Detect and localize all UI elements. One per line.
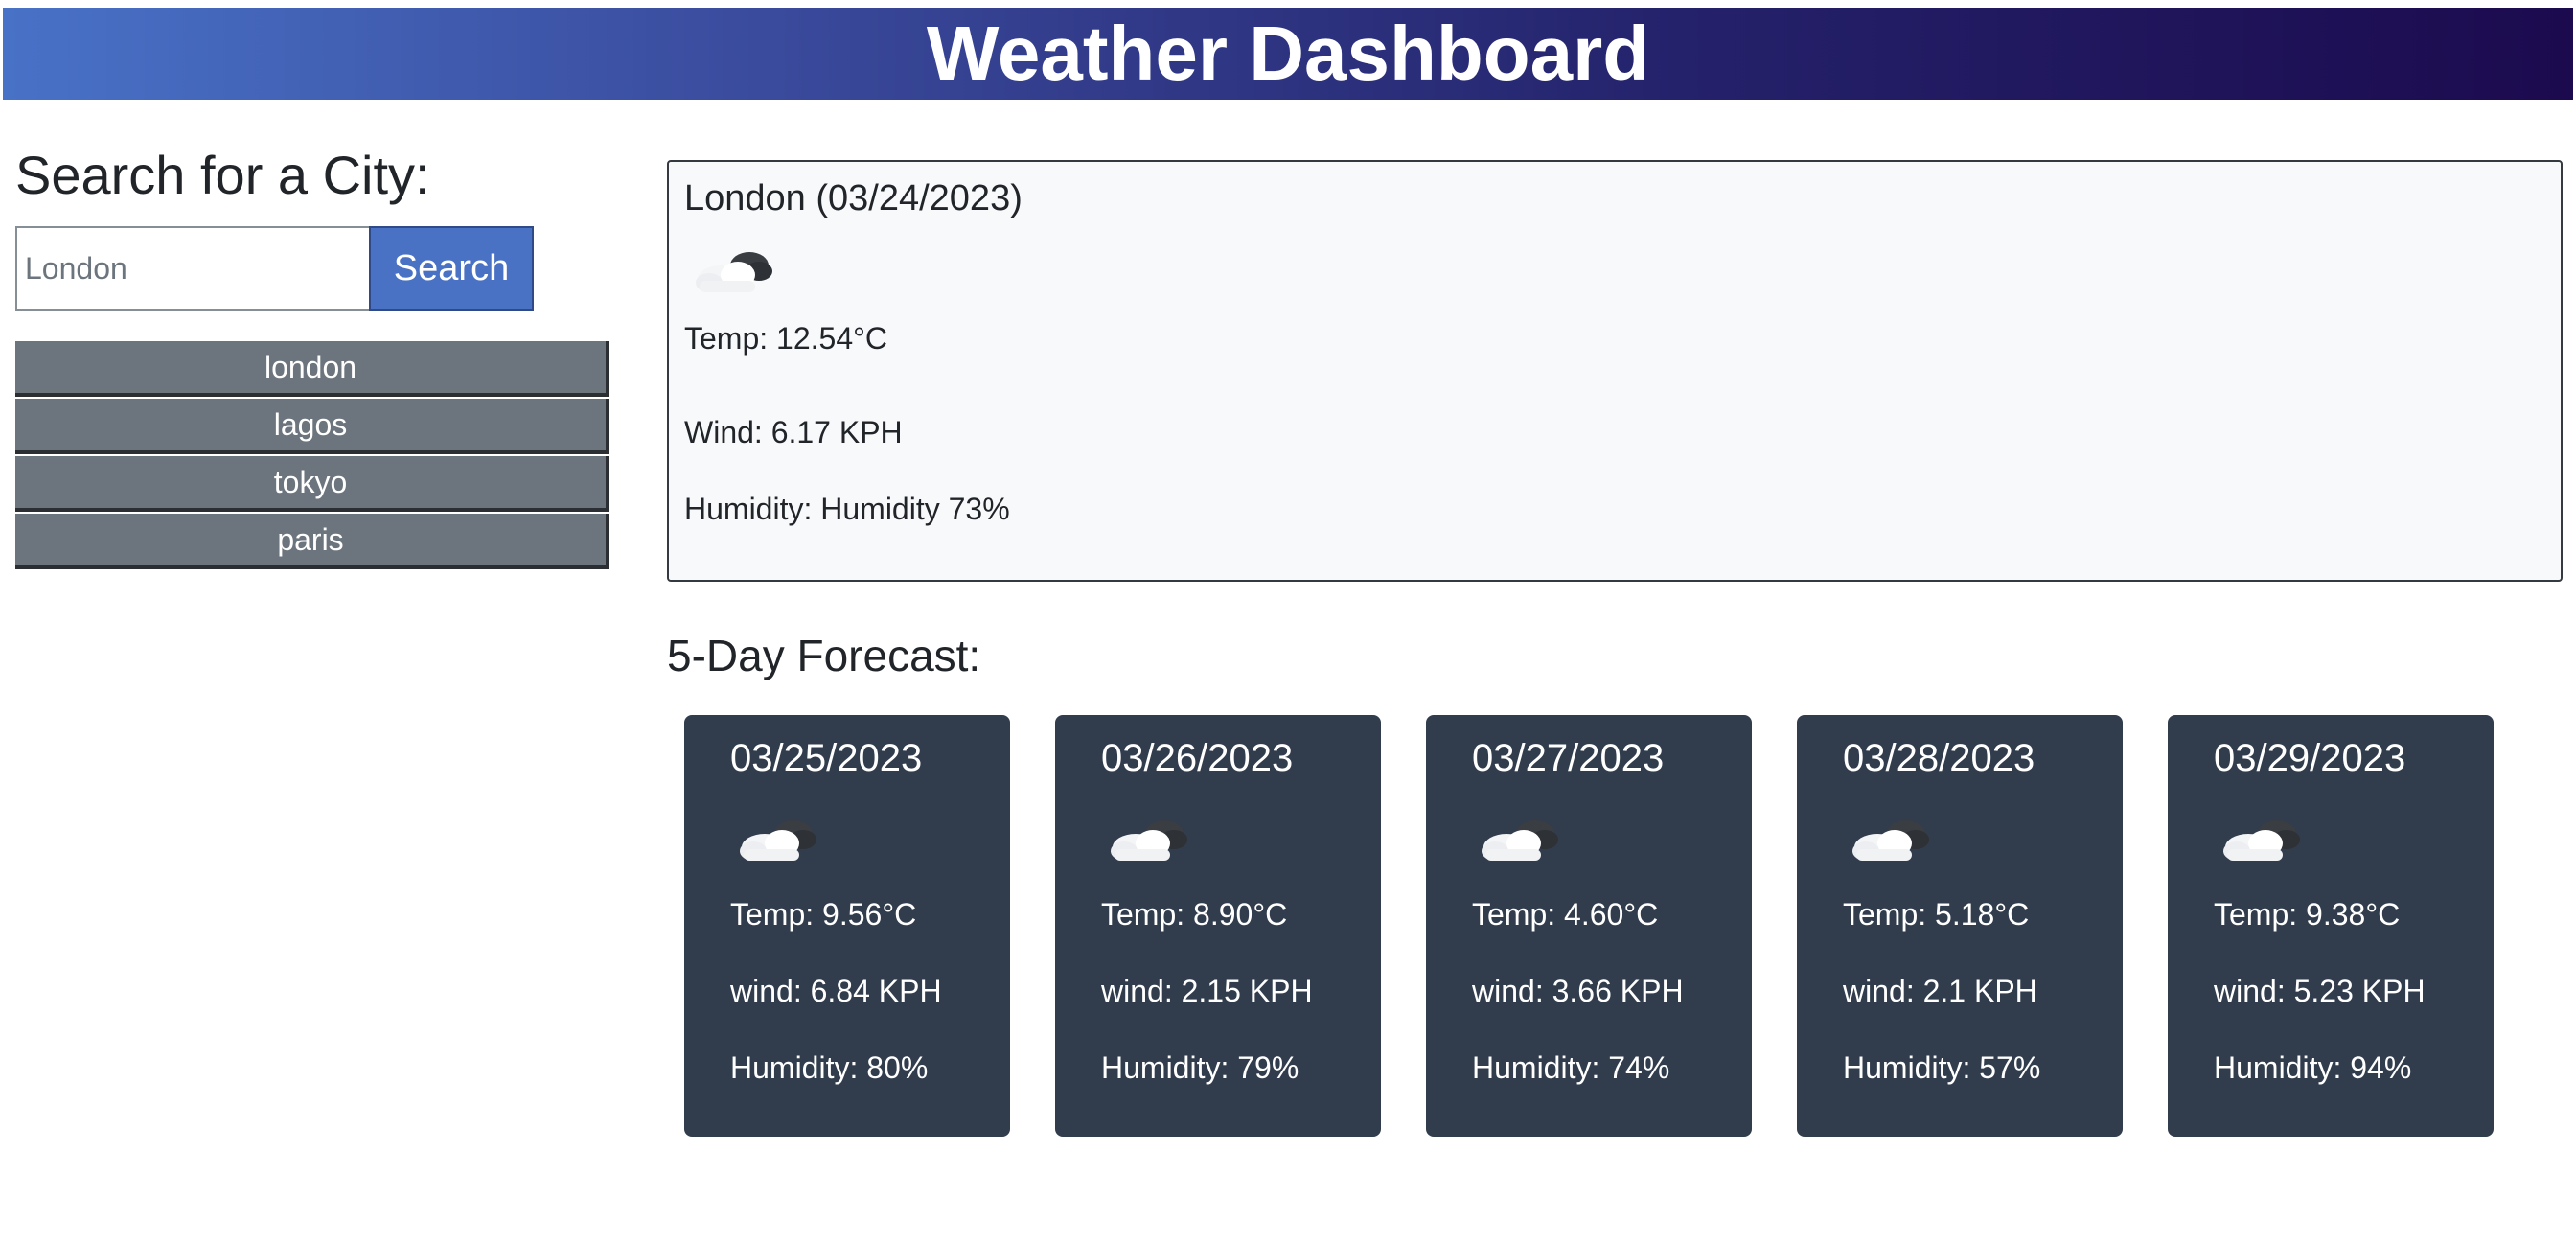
forecast-wind: wind: 6.84 KPH (730, 974, 942, 1008)
current-weather-panel: London (03/24/2023) Temp: 12.54°C Wind: … (667, 160, 2563, 582)
forecast-heading: 5-Day Forecast: (667, 631, 981, 680)
forecast-date: 03/27/2023 (1472, 737, 1665, 779)
cloud-icon (1478, 809, 1564, 866)
history-item-paris[interactable]: paris (15, 514, 610, 569)
forecast-humidity: Humidity: 74% (1472, 1050, 1670, 1085)
forecast-date: 03/29/2023 (2214, 737, 2406, 779)
cloud-icon (1107, 809, 1193, 866)
forecast-date: 03/26/2023 (1101, 737, 1294, 779)
forecast-cards: 03/25/2023 Temp: 9.56°C wind: 6.84 KPH H… (684, 715, 2496, 1137)
forecast-humidity: Humidity: 94% (2214, 1050, 2412, 1085)
search-heading: Search for a City: (15, 145, 430, 205)
forecast-card: 03/29/2023 Temp: 9.38°C wind: 5.23 KPH H… (2168, 715, 2494, 1137)
page-header: Weather Dashboard (3, 8, 2573, 100)
forecast-temp: Temp: 9.56°C (730, 897, 917, 932)
search-history-list: london lagos tokyo paris (15, 341, 610, 569)
sidebar: Search for a City: Search london lagos t… (15, 142, 610, 571)
forecast-card: 03/27/2023 Temp: 4.60°C wind: 3.66 KPH H… (1426, 715, 1752, 1137)
history-item-tokyo[interactable]: tokyo (15, 456, 610, 512)
forecast-humidity: Humidity: 57% (1843, 1050, 2041, 1085)
cloud-icon (736, 809, 822, 866)
current-temp: Temp: 12.54°C (684, 321, 888, 356)
cloud-icon (1849, 809, 1935, 866)
search-form: Search (15, 226, 610, 311)
forecast-card: 03/28/2023 Temp: 5.18°C wind: 2.1 KPH Hu… (1797, 715, 2123, 1137)
forecast-details: Temp: 9.56°C wind: 6.84 KPH Humidity: 80… (730, 876, 964, 1106)
forecast-wind: wind: 5.23 KPH (2214, 974, 2426, 1008)
forecast-wind: wind: 3.66 KPH (1472, 974, 1684, 1008)
forecast-date: 03/25/2023 (730, 737, 923, 779)
city-search-input[interactable] (15, 226, 369, 311)
history-item-lagos[interactable]: lagos (15, 399, 610, 454)
cloud-icon (692, 241, 778, 298)
forecast-wind: wind: 2.1 KPH (1843, 974, 2037, 1008)
page-title: Weather Dashboard (926, 11, 1650, 96)
forecast-card: 03/25/2023 Temp: 9.56°C wind: 6.84 KPH H… (684, 715, 1010, 1137)
forecast-details: Temp: 9.38°C wind: 5.23 KPH Humidity: 94… (2214, 876, 2448, 1106)
current-humidity: Humidity: Humidity 73% (684, 492, 1010, 526)
forecast-details: Temp: 8.90°C wind: 2.15 KPH Humidity: 79… (1101, 876, 1335, 1106)
current-weather-details: Temp: 12.54°C Wind: 6.17 KPH Humidity: H… (684, 317, 2545, 547)
forecast-card: 03/26/2023 Temp: 8.90°C wind: 2.15 KPH H… (1055, 715, 1381, 1137)
forecast-humidity: Humidity: 80% (730, 1050, 929, 1085)
forecast-wind: wind: 2.15 KPH (1101, 974, 1313, 1008)
forecast-humidity: Humidity: 79% (1101, 1050, 1300, 1085)
cloud-icon (2220, 809, 2306, 866)
forecast-details: Temp: 4.60°C wind: 3.66 KPH Humidity: 74… (1472, 876, 1706, 1106)
forecast-temp: Temp: 9.38°C (2214, 897, 2401, 932)
forecast-temp: Temp: 8.90°C (1101, 897, 1288, 932)
forecast-temp: Temp: 4.60°C (1472, 897, 1659, 932)
current-city-title: London (03/24/2023) (684, 178, 1023, 219)
forecast-temp: Temp: 5.18°C (1843, 897, 2030, 932)
forecast-date: 03/28/2023 (1843, 737, 2036, 779)
forecast-details: Temp: 5.18°C wind: 2.1 KPH Humidity: 57% (1843, 876, 2077, 1106)
history-item-london[interactable]: london (15, 341, 610, 397)
search-button[interactable]: Search (369, 226, 534, 311)
current-wind: Wind: 6.17 KPH (684, 415, 903, 449)
